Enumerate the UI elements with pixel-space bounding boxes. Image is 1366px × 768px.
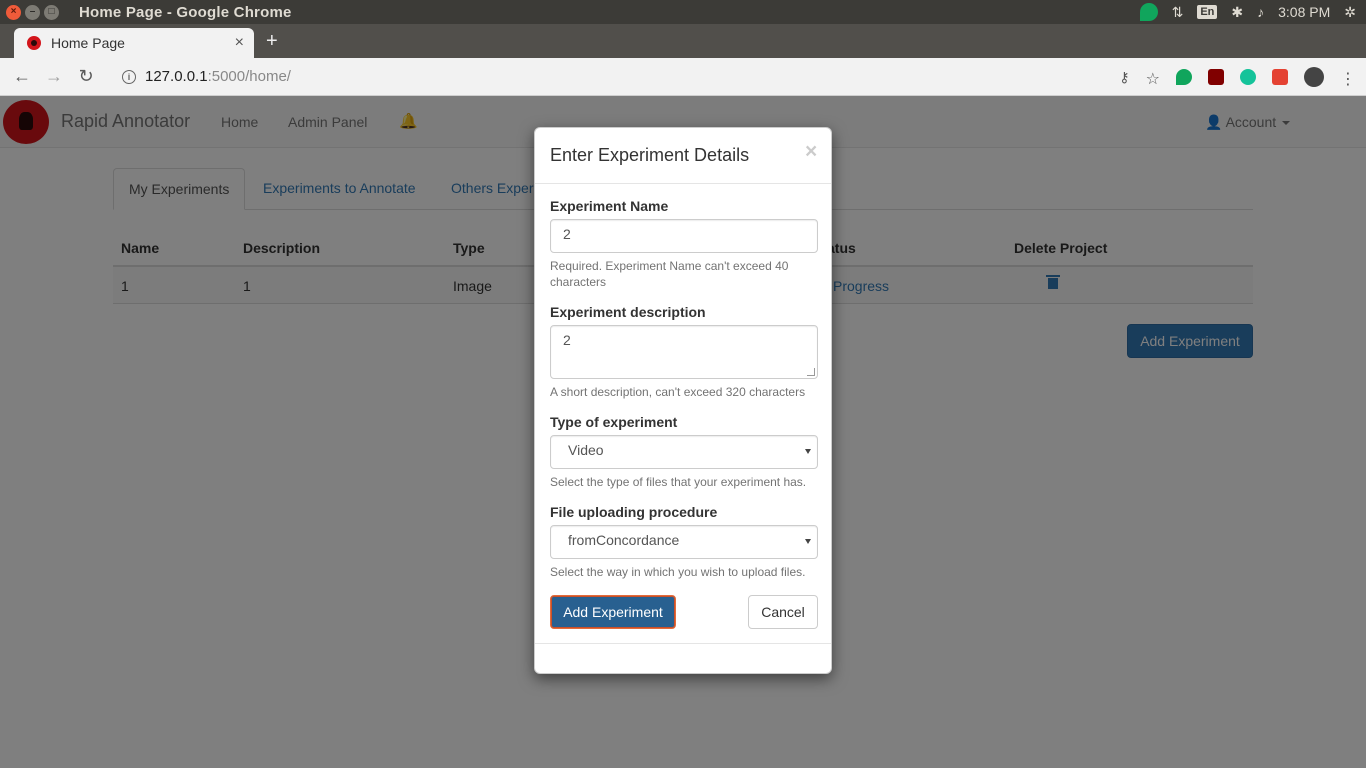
tab-close-icon[interactable]: × [235,34,244,52]
os-title-bar: × – □ Home Page - Google Chrome ⇅ En ✱ ♪… [0,0,1366,24]
bookmark-star-icon[interactable]: ☆ [1146,69,1160,88]
upload-procedure-label: File uploading procedure [550,504,718,520]
url-path: :5000/home/ [207,68,291,85]
network-icon[interactable]: ⇅ [1172,4,1184,21]
modal-footer-divider [535,643,831,644]
reload-icon[interactable]: ↻ [70,66,102,87]
modal-add-experiment-button[interactable]: Add Experiment [550,595,676,629]
volume-icon[interactable]: ♪ [1257,4,1264,20]
experiment-type-label: Type of experiment [550,414,678,430]
experiment-type-select[interactable]: Video [550,435,818,469]
description-value: 2 [563,332,571,348]
modal-title: Enter Experiment Details [550,145,750,165]
browser-tab[interactable]: Home Page × [14,28,254,58]
browser-tabstrip: Home Page × + [0,24,1366,58]
new-tab-button[interactable]: + [266,30,278,53]
window-maximize-button[interactable]: □ [44,4,59,20]
site-info-icon[interactable]: i [122,69,136,84]
clock[interactable]: 3:08 PM [1278,4,1330,20]
extension-area: ⚷ ☆ ⋮ [1119,58,1356,96]
experiment-details-modal: Enter Experiment Details × Experiment Na… [534,127,832,674]
upload-procedure-select[interactable]: fromConcordance [550,525,818,559]
experiment-description-help: A short description, can't exceed 320 ch… [550,385,806,399]
system-tray: ⇅ En ✱ ♪ 3:08 PM ✲ [1139,0,1356,24]
profile-avatar[interactable] [1304,67,1324,87]
todoist-extension-icon[interactable] [1272,69,1288,85]
tab-title: Home Page [51,35,125,51]
ublock-extension-icon[interactable] [1208,69,1224,85]
browser-toolbar: ← → ↻ i 127.0.0.1:5000/home/ ⚷ ☆ ⋮ [0,58,1366,96]
url-host: 127.0.0.1 [145,68,208,85]
window-close-button[interactable]: × [6,4,21,20]
modal-cancel-button[interactable]: Cancel [748,595,818,629]
experiment-name-label: Experiment Name [550,198,669,214]
experiment-type-value: Video [568,442,604,458]
window-title: Home Page - Google Chrome [79,3,292,21]
upload-procedure-value: fromConcordance [568,532,680,548]
forward-arrow-icon[interactable]: → [38,66,70,87]
hangouts-extension-icon[interactable] [1176,69,1192,85]
select-caret-icon [805,449,811,454]
settings-gear-icon[interactable]: ✲ [1344,4,1356,21]
hangouts-icon[interactable] [1139,3,1158,21]
chrome-menu-icon[interactable]: ⋮ [1340,69,1356,88]
back-arrow-icon[interactable]: ← [6,66,38,87]
resize-grip-icon[interactable] [807,368,815,376]
experiment-type-help: Select the type of files that your exper… [550,475,807,489]
password-key-icon[interactable]: ⚷ [1119,69,1129,85]
experiment-name-input[interactable]: 2 [550,219,818,253]
grammarly-extension-icon[interactable] [1240,69,1256,85]
window-minimize-button[interactable]: – [25,4,40,20]
bluetooth-icon[interactable]: ✱ [1231,4,1243,21]
upload-procedure-help: Select the way in which you wish to uplo… [550,565,806,579]
modal-header: Enter Experiment Details × [535,128,831,184]
experiment-name-help: Required. Experiment Name can't exceed 4… [550,259,789,289]
experiment-description-textarea[interactable]: 2 [550,325,818,379]
modal-close-icon[interactable]: × [805,141,817,162]
window-controls: × – □ [6,4,59,20]
language-indicator[interactable]: En [1197,5,1218,19]
select-caret-icon [805,539,811,544]
favicon-icon [27,36,41,50]
address-bar[interactable]: 127.0.0.1:5000/home/ [145,68,291,85]
experiment-description-label: Experiment description [550,304,706,320]
